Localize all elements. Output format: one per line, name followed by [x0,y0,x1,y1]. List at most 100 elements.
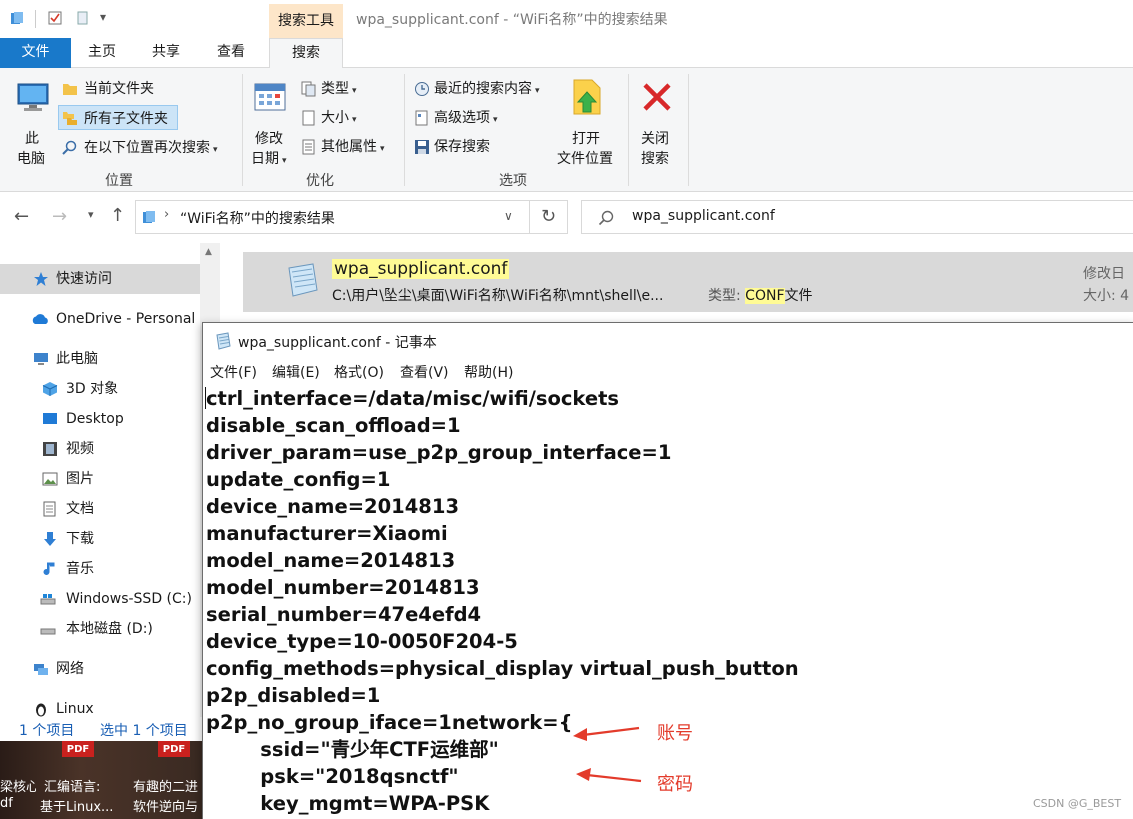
close-icon [643,83,671,111]
menu-view[interactable]: 查看(V) [400,362,449,382]
nav-item-desktop[interactable]: Desktop [0,404,200,434]
computer-icon [17,83,49,111]
search-again-in-label: 在以下位置再次搜索 ▾ [84,137,218,157]
nav-label-downloads: 下载 [66,531,94,547]
notepad-file-icon [288,263,318,297]
tab-search[interactable]: 搜索 [269,38,343,69]
all-subfolders-button[interactable]: 所有子文件夹 [58,105,178,130]
text-line: psk="2018qsnctf" [206,765,459,788]
pdf-icon[interactable]: PDF [158,741,190,757]
quick-access-separator [35,10,36,28]
desktop-file-label[interactable]: 软件逆向与 [133,796,202,815]
nav-item-pictures[interactable]: 图片 [0,464,200,494]
nav-item-downloads[interactable]: 下载 [0,524,200,554]
desktop-file-label[interactable]: 汇编语言: [44,776,100,795]
size-label: 大小 ▾ [321,107,357,127]
selected-count: 选中 1 个项目 [100,723,188,739]
download-arrow-icon [44,532,56,546]
drive-icon [40,594,56,605]
open-file-location-button[interactable]: 打开 文件位置 [556,76,618,168]
nav-item-quick-access[interactable]: 快速访问 [0,264,200,294]
desktop-file-label[interactable]: 有趣的二进 [133,776,202,795]
search-icon [598,210,614,226]
scroll-up-arrow-icon[interactable]: ▲ [205,247,212,257]
dropdown-caret-icon: ▾ [535,86,540,96]
music-note-icon [43,562,55,575]
kind-text: 类型 [321,81,349,97]
nav-label-network: 网络 [56,661,84,677]
tab-share[interactable]: 共享 [152,38,180,68]
breadcrumb[interactable]: “WiFi名称”中的搜索结果 [180,208,335,228]
forward-arrow-icon[interactable]: → [52,206,67,227]
menu-format[interactable]: 格式(O) [334,362,384,382]
dropdown-caret-icon: ▾ [282,156,287,166]
properties-icon[interactable] [48,11,62,25]
new-folder-icon[interactable] [76,11,90,25]
nav-item-this-pc[interactable]: 此电脑 [0,344,200,374]
nav-item-music[interactable]: 音乐 [0,554,200,584]
date-modified-label-1: 修改 [255,131,283,147]
pdf-icon[interactable]: PDF [62,741,94,757]
annotation-account: 账号 [657,723,693,744]
nav-item-local-disk[interactable]: 本地磁盘 (D:) [0,614,200,644]
tab-home[interactable]: 主页 [88,38,116,68]
navigation-row: ← → ▾ ↑ › “WiFi名称”中的搜索结果 ∨ ↻ wpa_supplic… [0,193,1133,243]
customize-toolbar-chevron-icon[interactable]: ▾ [100,10,106,24]
text-line: ctrl_interface=/data/misc/wifi/sockets [206,387,619,410]
tab-file[interactable]: 文件 [0,38,71,68]
document-icon [43,501,56,517]
status-bar: 1 个项目 选中 1 个项目 [0,717,220,741]
desktop-icon [43,413,57,424]
dropdown-caret-icon: ▾ [213,145,218,155]
annotation-arrows [573,726,642,783]
notepad-menu-bar: 文件(F) 编辑(E) 格式(O) 查看(V) 帮助(H) [203,359,1133,383]
menu-edit[interactable]: 编辑(E) [272,362,320,382]
desktop-file-label[interactable]: df [0,796,13,811]
nav-item-network[interactable]: 网络 [0,654,200,684]
advanced-options-text: 高级选项 [434,110,490,126]
desktop-file-label[interactable]: 梁核心 [0,776,36,795]
annotation-arrow-account [573,726,640,741]
result-type-label: 类型: [708,288,741,304]
menu-help[interactable]: 帮助(H) [464,362,513,382]
drive-icon [40,628,56,635]
all-subfolders-label: 所有子文件夹 [84,111,168,127]
text-line: key_mgmt=WPA-PSK [206,792,490,815]
close-search-label-2: 搜索 [641,151,669,167]
text-line: p2p_no_group_iface=1network={ [206,711,573,734]
nav-label-local-disk: 本地磁盘 (D:) [66,621,153,637]
text-line: p2p_disabled=1 [206,684,381,707]
group-separator [404,74,405,186]
this-pc-label-1: 此 [25,131,39,147]
this-pc-button[interactable]: 此 电脑 [10,76,56,168]
up-arrow-icon[interactable]: ↑ [110,205,125,226]
recent-locations-chevron-icon[interactable]: ▾ [88,208,94,221]
refresh-icon[interactable]: ↻ [530,200,568,234]
back-arrow-icon[interactable]: ← [14,206,29,227]
nav-item-3d-objects[interactable]: 3D 对象 [0,374,200,404]
nav-item-onedrive[interactable]: OneDrive - Personal [0,304,200,334]
notepad-text-area[interactable]: ctrl_interface=/data/misc/wifi/sockets di… [206,385,799,817]
nav-item-videos[interactable]: 视频 [0,434,200,464]
search-input[interactable]: wpa_supplicant.conf [581,200,1133,234]
folder-icon [63,84,77,95]
search-result-row[interactable]: wpa_supplicant.conf C:\用户\坠尘\桌面\WiFi名称\W… [243,252,1133,312]
nav-label-desktop: Desktop [66,411,124,427]
nav-item-windows-ssd[interactable]: Windows-SSD (C:) [0,584,200,614]
text-line: update_config=1 [206,468,391,491]
options-group-label: 选项 [499,173,527,189]
notepad-window: wpa_supplicant.conf - 记事本 文件(F) 编辑(E) 格式… [202,322,1133,819]
menu-file[interactable]: 文件(F) [210,362,257,382]
result-modified-label: 修改日 [1083,266,1125,282]
advanced-options-icon [415,110,428,126]
desktop-file-label[interactable]: 基于Linux... [40,796,113,815]
address-bar[interactable]: › “WiFi名称”中的搜索结果 ∨ [135,200,530,234]
text-line: config_methods=physical_display virtual_… [206,657,799,680]
date-modified-button[interactable]: 修改 日期 ▾ [249,76,293,168]
nav-item-documents[interactable]: 文档 [0,494,200,524]
nav-label-pictures: 图片 [66,471,94,487]
address-dropdown-chevron-icon[interactable]: ∨ [504,209,513,223]
tab-view[interactable]: 查看 [217,38,245,68]
close-search-button[interactable]: 关闭 搜索 [636,76,680,168]
annotation-password: 密码 [657,774,693,795]
